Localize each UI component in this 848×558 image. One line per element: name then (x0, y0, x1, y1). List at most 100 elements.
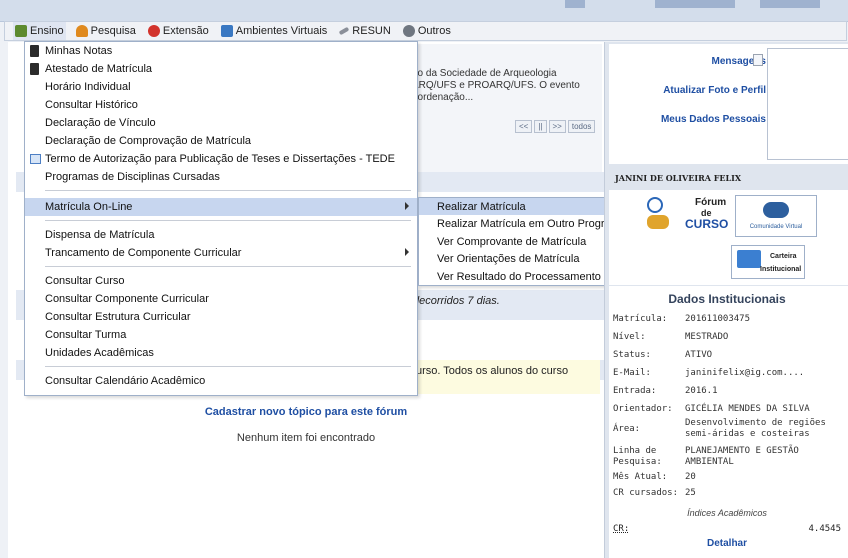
main-menubar: Ensino Pesquisa Extensão Ambientes Virtu… (4, 21, 847, 41)
forum-badge-line1: Fórum (695, 197, 727, 208)
menu-item-label: Consultar Histórico (45, 99, 138, 111)
field-value: PLANEJAMENTO E GESTÃO AMBIENTAL (685, 446, 799, 467)
carteira-badge-line1: Carteira (770, 253, 797, 260)
submenu-item-comprovante[interactable]: Ver Comprovante de Matrícula (419, 233, 633, 250)
menu-item-consultar-estrutura[interactable]: Consultar Estrutura Curricular (25, 308, 417, 326)
header-tab-peek (655, 0, 735, 8)
menu-resun[interactable]: RESUN (337, 22, 393, 40)
submenu-item-label: Ver Resultado do Processamento (437, 270, 601, 283)
window-icon (30, 154, 41, 164)
community-badge[interactable]: Comunidade Virtual (735, 195, 817, 237)
news-box (404, 44, 602, 184)
forum-badge-line3: CURSO (685, 217, 729, 231)
submenu-item-orientacoes[interactable]: Ver Orientações de Matrícula (419, 250, 633, 267)
menu-item-label: Dispensa de Matrícula (45, 229, 155, 241)
carteira-badge[interactable]: Carteira Institucional (731, 245, 805, 279)
pager-pause-button[interactable]: || (534, 120, 547, 133)
update-photo-link[interactable]: Atualizar Foto e Perfil (663, 85, 766, 96)
field-label: Mês Atual: (613, 472, 668, 482)
menu-label: RESUN (352, 25, 391, 37)
menu-item-unidades[interactable]: Unidades Acadêmicas (25, 344, 417, 362)
menu-item-historico[interactable]: Consultar Histórico (25, 96, 417, 114)
pager-next-button[interactable]: >> (548, 120, 566, 133)
question-icon (647, 197, 663, 213)
menu-item-consultar-turma[interactable]: Consultar Turma (25, 326, 417, 344)
menu-item-label: Unidades Acadêmicas (45, 347, 154, 359)
field-row: CR cursados: 25 (613, 488, 845, 499)
menu-item-label: Matrícula On-Line (45, 201, 133, 213)
books-icon (15, 25, 27, 37)
menu-item-dispensa[interactable]: Dispensa de Matrícula (25, 226, 417, 244)
menu-item-programas[interactable]: Programas de Disciplinas Cursadas (25, 168, 417, 186)
field-row: Status: ATIVO (613, 350, 845, 361)
gear-icon (402, 25, 415, 37)
top-strip (0, 0, 848, 22)
news-pager: << || >> todos (515, 120, 596, 133)
cr-row: CR: 4.4545 (613, 524, 841, 534)
carteira-badge-line2: Institucional (760, 266, 802, 273)
menu-ambientes-virtuais[interactable]: Ambientes Virtuais (219, 22, 330, 40)
menu-outros[interactable]: Outros (401, 22, 453, 40)
field-row: Linha de Pesquisa: PLANEJAMENTO E GESTÃO … (613, 446, 845, 468)
menu-item-calendario[interactable]: Consultar Calendário Acadêmico (25, 372, 417, 390)
menu-pesquisa[interactable]: Pesquisa (74, 22, 138, 40)
cr-label: CR: (613, 524, 630, 534)
heart-hand-icon (147, 25, 160, 37)
pager-all-button[interactable]: todos (567, 120, 596, 133)
pager-first-button[interactable]: << (515, 120, 533, 133)
indices-label: Índices Acadêmicos (687, 508, 767, 518)
menu-label: Ensino (30, 25, 64, 37)
document-icon (30, 63, 39, 75)
menu-item-minhas-notas[interactable]: Minhas Notas (25, 42, 417, 60)
people-icon (647, 215, 669, 229)
submenu-item-realizar[interactable]: Realizar Matrícula (419, 198, 633, 215)
menu-ensino[interactable]: Ensino (13, 22, 66, 40)
field-row: E-Mail: janinifelix@ig.com.... (613, 368, 845, 379)
menu-item-atestado[interactable]: Atestado de Matrícula (25, 60, 417, 78)
menu-item-matricula-online[interactable]: Matrícula On-Line (25, 198, 417, 216)
field-label: Matrícula: (613, 314, 668, 324)
menu-item-label: Consultar Calendário Acadêmico (45, 375, 206, 387)
field-row: Área: Desenvolvimento de regiões semi-ári… (613, 418, 845, 440)
forum-curso-badge[interactable]: Fórum de CURSO (645, 195, 731, 239)
submenu-item-resultado[interactable]: Ver Resultado do Processamento (419, 268, 633, 285)
submenu-arrow-icon (405, 202, 409, 210)
submenu-item-label: Realizar Matrícula em Outro Programa (437, 217, 626, 230)
menu-item-consultar-curso[interactable]: Consultar Curso (25, 272, 417, 290)
menu-extensao[interactable]: Extensão (146, 22, 211, 40)
field-value: janinifelix@ig.com.... (685, 368, 805, 378)
student-name: JANINI DE OLIVEIRA FELIX (615, 173, 742, 183)
menu-item-declaracao-matricula[interactable]: Declaração de Comprovação de Matrícula (25, 132, 417, 150)
field-row: Matrícula: 201611003475 (613, 314, 845, 325)
menu-item-label: Termo de Autorização para Publicação de … (45, 153, 395, 165)
menu-item-label: Consultar Estrutura Curricular (45, 311, 191, 323)
menu-item-trancamento[interactable]: Trancamento de Componente Curricular (25, 244, 417, 262)
community-badge-label: Comunidade Virtual (749, 224, 803, 230)
field-label: Status: (613, 350, 651, 360)
submenu-item-label: Realizar Matrícula (437, 200, 526, 213)
menu-item-declaracao-vinculo[interactable]: Declaração de Vínculo (25, 114, 417, 132)
header-tab-peek (760, 0, 820, 8)
menu-item-consultar-componente[interactable]: Consultar Componente Curricular (25, 290, 417, 308)
menu-label: Extensão (162, 25, 209, 37)
detalhar-link[interactable]: Detalhar (605, 538, 848, 549)
field-value: 201611003475 (685, 314, 751, 324)
menu-item-horario[interactable]: Horário Individual (25, 78, 417, 96)
field-label: CR cursados: (613, 488, 679, 498)
pen-icon (338, 26, 350, 36)
submenu-item-outro-programa[interactable]: Realizar Matrícula em Outro Programa (419, 215, 633, 232)
field-row: Nível: MESTRADO (613, 332, 845, 343)
menu-label: Outros (417, 25, 451, 37)
field-row: Mês Atual: 20 (613, 472, 845, 483)
new-topic-link[interactable]: Cadastrar novo tópico para este fórum (8, 406, 604, 418)
student-panel: Mensagens Atualizar Foto e Perfil Meus D… (604, 42, 848, 558)
menu-item-label: Trancamento de Componente Curricular (45, 247, 242, 259)
personal-data-link[interactable]: Meus Dados Pessoais (661, 114, 766, 125)
news-line: ão da Sociedade de Arqueologia (412, 68, 557, 79)
menu-item-termo-tede[interactable]: Termo de Autorização para Publicação de … (25, 150, 417, 168)
id-card-icon (737, 250, 761, 268)
menu-item-label: Declaração de Vínculo (45, 117, 156, 129)
menu-item-label: Consultar Componente Curricular (45, 293, 209, 305)
menu-label: Pesquisa (90, 25, 136, 37)
menu-divider (45, 220, 411, 221)
